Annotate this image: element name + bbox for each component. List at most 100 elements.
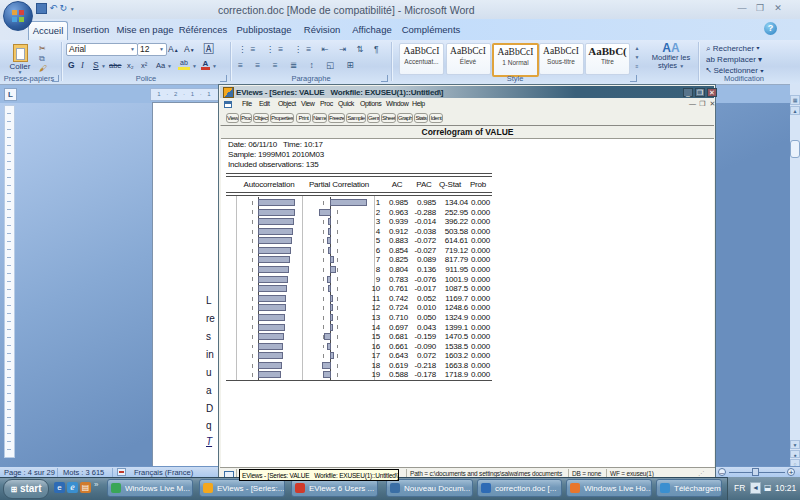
volume-icon[interactable]: ◄ bbox=[750, 482, 761, 494]
clipboard-dialog-launcher[interactable] bbox=[52, 75, 59, 82]
paragraph-row1[interactable]: ⋮≡ ⋮≡ ⋮≡ ⇤ ⇥ ⇅ ¶ bbox=[238, 44, 382, 54]
italic-button[interactable]: I bbox=[81, 60, 84, 70]
toolbar-object[interactable]: Object bbox=[253, 113, 269, 123]
child-minimize-button[interactable]: — bbox=[688, 100, 697, 109]
editing-item-remplacer[interactable]: ab Remplacer ▾ bbox=[706, 55, 762, 64]
toolbar-ident[interactable]: Ident bbox=[429, 113, 443, 123]
taskbar-button-2[interactable]: EViews - [Series:... bbox=[199, 479, 285, 497]
taskbar-button-1[interactable]: Windows Live M... bbox=[107, 479, 193, 497]
taskbar-button-7[interactable]: Téléchargements bbox=[656, 479, 722, 497]
taskbar-button-6[interactable]: Windows Live Ho... bbox=[566, 479, 652, 497]
redo-icon[interactable]: ↻ bbox=[60, 3, 68, 13]
horizontal-ruler[interactable]: 1 · 2 · 1 · 1 bbox=[150, 88, 220, 101]
tray-language[interactable]: FR bbox=[734, 483, 745, 493]
qat-dropdown-icon[interactable]: ▼ bbox=[70, 6, 75, 12]
status-language[interactable]: Français (France) bbox=[134, 468, 193, 477]
word-minimize-button[interactable]: — bbox=[735, 4, 749, 14]
taskbar-button-4[interactable]: Nouveau Docum... bbox=[386, 479, 473, 497]
tab-révision[interactable]: Révision bbox=[300, 21, 344, 39]
eviews-close-button[interactable]: ✕ bbox=[707, 88, 717, 97]
eviews-window[interactable]: EViews - [Series: VALUE Workfile: EXUSEU… bbox=[218, 84, 716, 479]
menu-file[interactable]: File bbox=[242, 100, 252, 107]
style-gallery-scroll[interactable]: ▲▼≡ bbox=[632, 44, 642, 71]
taskbar-button-5[interactable]: correction.doc [... bbox=[477, 479, 562, 497]
shrink-font-button[interactable]: A▼ bbox=[184, 44, 195, 54]
child-restore-button[interactable]: ❐ bbox=[698, 100, 707, 109]
quick-access-toolbar[interactable]: ↶ ↻ ▼ bbox=[36, 3, 75, 14]
change-case-button[interactable]: Aa bbox=[156, 61, 165, 70]
font-name-combo[interactable]: Arial▼ bbox=[66, 43, 138, 56]
tab-insertion[interactable]: Insertion bbox=[70, 21, 112, 39]
toolbar-genr[interactable]: Genr bbox=[367, 113, 380, 123]
tab-publipostage[interactable]: Publipostage bbox=[232, 21, 296, 39]
menu-edit[interactable]: Edit bbox=[259, 100, 269, 107]
scrollbar-thumb[interactable] bbox=[790, 140, 800, 158]
network-icon[interactable]: ⬓ bbox=[764, 483, 772, 492]
zoom-in-button[interactable]: + bbox=[787, 468, 795, 476]
menu-quick[interactable]: Quick bbox=[338, 100, 354, 107]
paragraph-row2[interactable]: ≡ ≡ ≡ ≣ ↕ ◱ ⊞ bbox=[238, 60, 359, 70]
menu-options[interactable]: Options bbox=[360, 100, 381, 107]
tab-stop-selector[interactable]: L bbox=[4, 88, 17, 101]
font-size-combo[interactable]: 12▼ bbox=[137, 43, 167, 56]
quicklaunch-ie-icon[interactable]: e bbox=[54, 482, 65, 493]
help-button[interactable]: ? bbox=[764, 22, 777, 35]
style-chip-accentuat-[interactable]: AaBbCcIAccentuat... bbox=[399, 43, 444, 75]
word-close-button[interactable]: ✕ bbox=[771, 4, 785, 14]
change-case-dropdown-icon[interactable]: ▼ bbox=[167, 63, 172, 69]
paste-button[interactable]: Coller ▼ bbox=[6, 44, 34, 78]
toolbar-proc[interactable]: Proc bbox=[240, 113, 252, 123]
tab-références[interactable]: Références bbox=[178, 21, 228, 39]
eviews-minimize-button[interactable]: _ bbox=[683, 88, 693, 97]
strikethrough-button[interactable]: abe bbox=[109, 61, 122, 70]
grow-font-button[interactable]: A▲ bbox=[168, 44, 179, 54]
vertical-ruler[interactable] bbox=[4, 105, 15, 458]
zoom-thumb[interactable] bbox=[752, 468, 759, 476]
bold-button[interactable]: G bbox=[68, 60, 75, 70]
resize-grip[interactable]: ⋰ bbox=[698, 469, 704, 476]
style-chip--lev-[interactable]: AaBbCcIÉlevé bbox=[446, 43, 491, 75]
menu-object[interactable]: Object bbox=[278, 100, 296, 107]
underline-dropdown-icon[interactable]: ▼ bbox=[101, 63, 106, 69]
highlight-dropdown-icon[interactable]: ▼ bbox=[192, 63, 197, 69]
editing-item-rechercher[interactable]: ⌕ Rechercher ▾ bbox=[706, 44, 760, 54]
cut-icon[interactable]: ✂ bbox=[39, 44, 46, 53]
menu-help[interactable]: Help bbox=[412, 100, 425, 107]
tab-compléments[interactable]: Compléments bbox=[400, 21, 462, 39]
font-dialog-launcher[interactable] bbox=[220, 75, 227, 82]
quicklaunch-chevron-icon[interactable]: » bbox=[94, 480, 98, 489]
start-button[interactable]: ⊞ start bbox=[3, 479, 49, 499]
superscript-button[interactable]: x² bbox=[141, 61, 147, 70]
style-chip-1-normal[interactable]: AaBbCcI1 Normal bbox=[492, 43, 539, 77]
eviews-titlebar[interactable]: EViews - [Series: VALUE Workfile: EXUSEU… bbox=[220, 86, 714, 98]
toolbar-name[interactable]: Name bbox=[312, 113, 327, 123]
toolbar-properties[interactable]: Properties bbox=[270, 113, 294, 123]
eviews-restore-button[interactable]: ❐ bbox=[695, 88, 705, 97]
toolbar-view[interactable]: View bbox=[226, 113, 239, 123]
toolbar-print[interactable]: Print bbox=[296, 113, 311, 123]
tray-clock[interactable]: 10:21 bbox=[775, 483, 796, 493]
child-close-button[interactable]: ✕ bbox=[708, 100, 717, 109]
subscript-button[interactable]: x₂ bbox=[127, 61, 134, 70]
undo-icon[interactable]: ↶ bbox=[50, 3, 58, 13]
copy-icon[interactable]: ⧉ bbox=[39, 54, 45, 64]
toolbar-sheet[interactable]: Sheet bbox=[381, 113, 396, 123]
tab-accueil[interactable]: Accueil bbox=[28, 21, 68, 40]
tab-affichage[interactable]: Affichage bbox=[348, 21, 396, 39]
paragraph-dialog-launcher[interactable] bbox=[381, 75, 388, 82]
underline-button[interactable]: S bbox=[93, 60, 99, 70]
menu-view[interactable]: View bbox=[301, 100, 314, 107]
save-icon[interactable] bbox=[36, 3, 47, 14]
format-painter-icon[interactable]: 🖌 bbox=[39, 64, 47, 73]
proofing-icon[interactable] bbox=[117, 468, 126, 476]
quicklaunch-desktop-icon[interactable]: ▤ bbox=[80, 482, 91, 493]
style-dialog-launcher[interactable] bbox=[630, 75, 637, 82]
quicklaunch-browser-icon[interactable]: ℯ bbox=[67, 482, 78, 493]
font-color-button[interactable]: A bbox=[201, 59, 210, 70]
menu-window[interactable]: Window bbox=[386, 100, 409, 107]
toolbar-graph[interactable]: Graph bbox=[397, 113, 413, 123]
highlight-button[interactable]: ab bbox=[178, 59, 190, 70]
ruler-toggle-button[interactable]: ▦ bbox=[790, 95, 800, 105]
taskbar-button-3[interactable]: EViews 6 Users ... bbox=[291, 479, 378, 497]
change-styles-button[interactable]: AA Modifier les styles ▼ bbox=[645, 43, 697, 70]
